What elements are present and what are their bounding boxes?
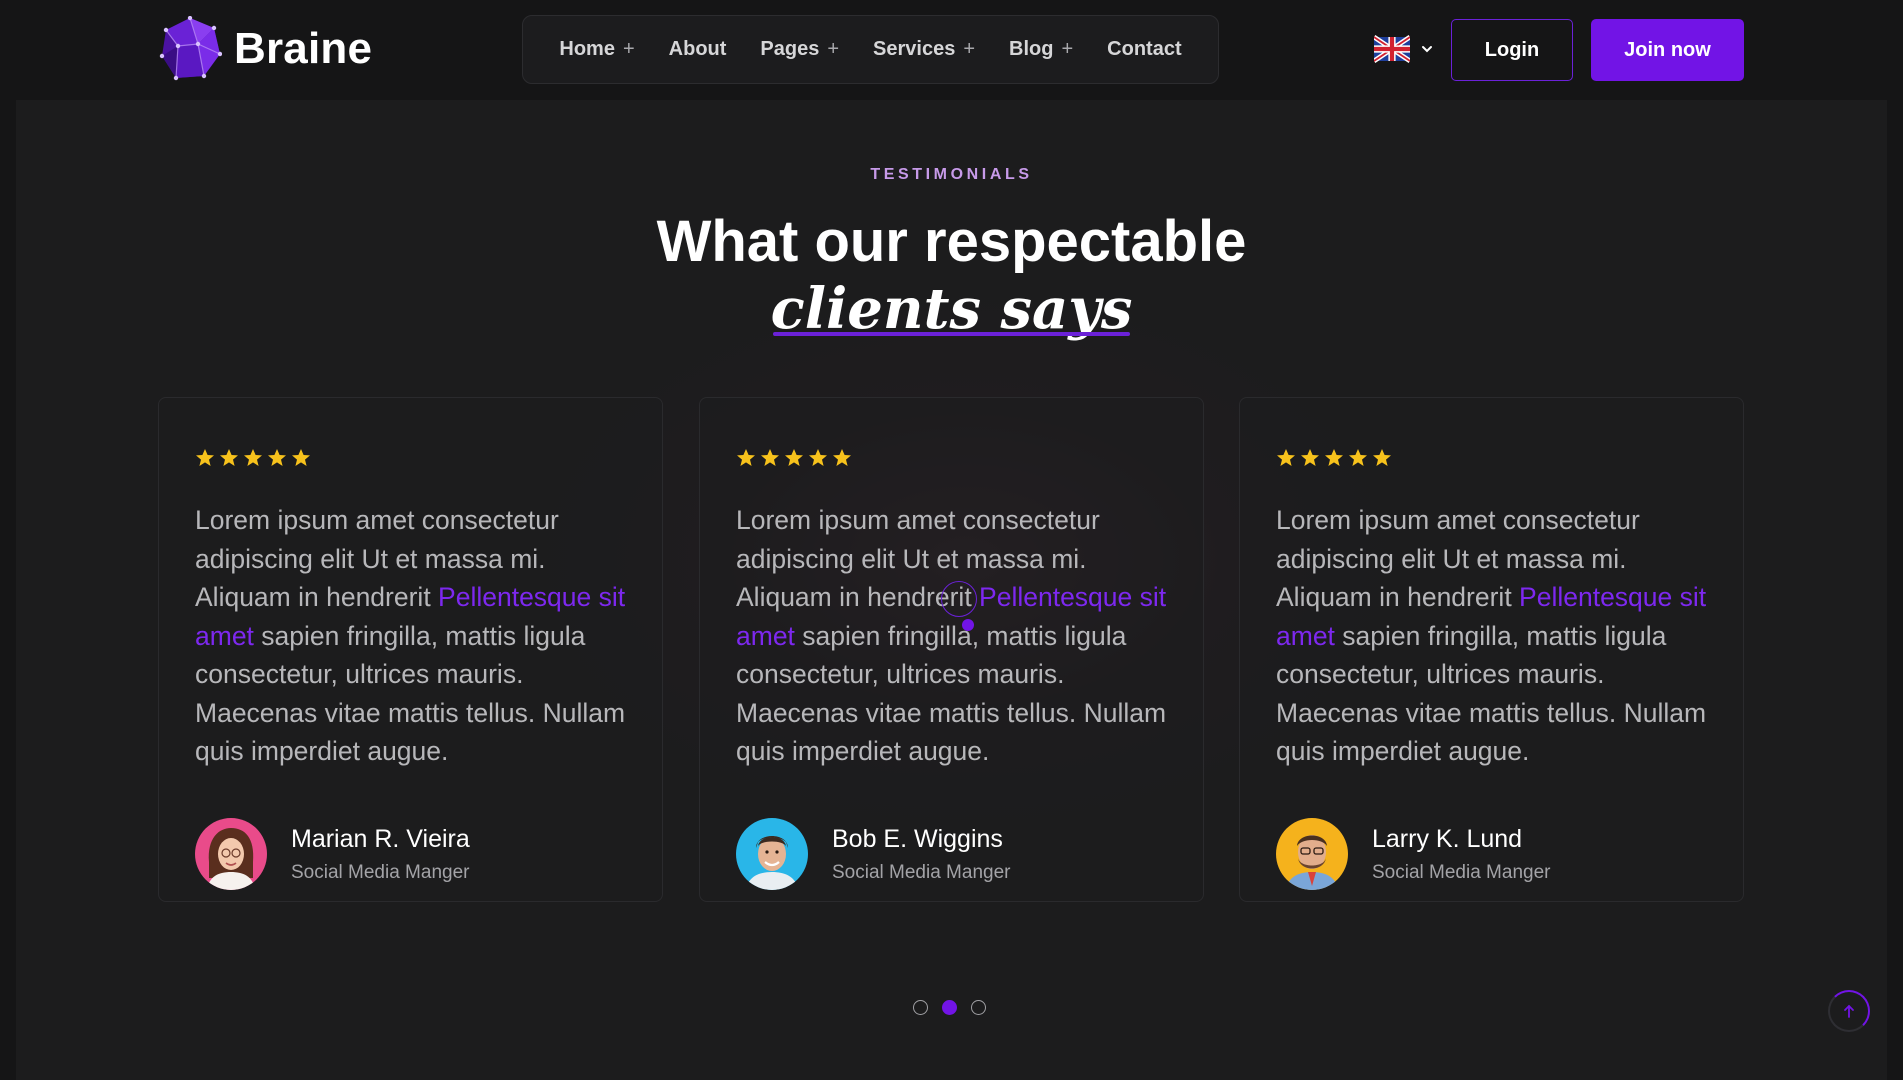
nav-item-label: Services	[873, 38, 956, 60]
back-to-top-button[interactable]	[1828, 990, 1870, 1032]
nav-item-label: Contact	[1107, 38, 1182, 60]
avatar-portrait-icon	[195, 818, 267, 890]
logo-gem-icon	[159, 16, 222, 81]
language-selector[interactable]	[1374, 32, 1434, 66]
pagination-dot-3[interactable]	[971, 1000, 986, 1015]
brand-logo[interactable]: Braine	[158, 16, 372, 82]
testimonial-author: Bob E. Wiggins Social Media Manger	[736, 818, 1010, 890]
brand-name: Braine	[234, 24, 373, 73]
site-header: Braine Home + About Pages + Services + B…	[0, 0, 1903, 100]
quote-text: sapien fringilla, mattis ligula consecte…	[736, 620, 1167, 767]
star-rating	[195, 448, 311, 468]
arrow-up-icon	[1844, 1004, 1854, 1018]
star-icon	[1277, 449, 1295, 466]
section-headline: What our respectable	[656, 209, 1247, 274]
pagination-dot-1[interactable]	[913, 1000, 928, 1015]
star-icon	[292, 449, 310, 466]
star-icon	[785, 449, 803, 466]
login-button[interactable]: Login	[1451, 19, 1573, 81]
star-icon	[1325, 449, 1343, 466]
join-now-button[interactable]: Join now	[1591, 19, 1744, 81]
quote-text: sapien fringilla, mattis ligula consecte…	[1276, 620, 1707, 767]
testimonial-card: Lorem ipsum amet consectetur adipiscing …	[158, 397, 663, 902]
nav-item-home[interactable]: Home +	[559, 38, 634, 61]
star-icon	[1301, 449, 1319, 466]
star-rating	[1276, 448, 1392, 468]
testimonial-quote: Lorem ipsum amet consectetur adipiscing …	[1276, 501, 1716, 771]
chevron-down-icon	[1422, 46, 1432, 53]
quote-text: sapien fringilla, mattis ligula consecte…	[195, 620, 626, 767]
avatar-portrait-icon	[1276, 818, 1348, 890]
nav-item-label: Pages	[760, 38, 820, 60]
main-nav: Home + About Pages + Services + Blog + C…	[522, 15, 1219, 84]
star-icon	[1373, 449, 1391, 466]
plus-icon: +	[963, 38, 976, 60]
author-role: Social Media Manger	[291, 861, 470, 883]
carousel-pagination	[913, 1000, 986, 1015]
testimonial-card: Lorem ipsum amet consectetur adipiscing …	[699, 397, 1204, 902]
author-name: Marian R. Vieira	[291, 824, 470, 853]
author-role: Social Media Manger	[832, 861, 1011, 883]
testimonial-author: Marian R. Vieira Social Media Manger	[195, 818, 470, 890]
testimonial-quote: Lorem ipsum amet consectetur adipiscing …	[736, 501, 1176, 771]
star-icon	[1349, 449, 1367, 466]
nav-item-pages[interactable]: Pages +	[760, 38, 839, 61]
author-name: Bob E. Wiggins	[832, 824, 1003, 853]
nav-item-services[interactable]: Services +	[873, 38, 975, 61]
plus-icon: +	[827, 38, 840, 60]
avatar-portrait-icon	[736, 818, 808, 890]
star-icon	[833, 449, 851, 466]
nav-item-contact[interactable]: Contact	[1107, 38, 1181, 61]
nav-item-label: About	[668, 38, 727, 60]
cursor-ring	[941, 581, 977, 617]
section-eyebrow: TESTIMONIALS	[870, 166, 1033, 183]
star-icon	[244, 449, 262, 466]
star-icon	[196, 449, 214, 466]
section-headline-emphasis: clients says	[0, 276, 1903, 342]
nav-item-blog[interactable]: Blog +	[1009, 38, 1073, 61]
cursor-dot	[962, 619, 974, 631]
uk-flag-icon	[1374, 35, 1410, 63]
testimonial-quote: Lorem ipsum amet consectetur adipiscing …	[195, 501, 635, 771]
nav-item-label: Home	[559, 38, 615, 60]
testimonial-card: Lorem ipsum amet consectetur adipiscing …	[1239, 397, 1744, 902]
pagination-dot-2[interactable]	[942, 1000, 957, 1015]
avatar	[195, 818, 267, 890]
avatar	[736, 818, 808, 890]
star-icon	[220, 449, 238, 466]
testimonial-author: Larry K. Lund Social Media Manger	[1276, 818, 1550, 890]
star-rating	[736, 448, 852, 468]
plus-icon: +	[1061, 38, 1074, 60]
author-name: Larry K. Lund	[1372, 824, 1523, 853]
star-icon	[761, 449, 779, 466]
headline-emphasis-text: clients says	[770, 276, 1133, 342]
nav-item-label: Blog	[1009, 38, 1054, 60]
plus-icon: +	[622, 38, 635, 60]
avatar	[1276, 818, 1348, 890]
star-icon	[737, 449, 755, 466]
star-icon	[809, 449, 827, 466]
star-icon	[268, 449, 286, 466]
author-role: Social Media Manger	[1372, 861, 1551, 883]
nav-item-about[interactable]: About	[669, 38, 727, 61]
